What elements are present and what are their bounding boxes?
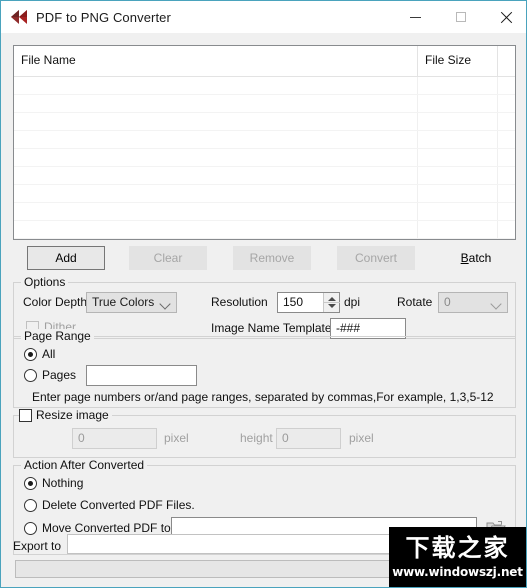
resize-image-label: Resize image [36,408,109,422]
action-delete-label: Delete Converted PDF Files. [42,498,195,512]
action-nothing-label: Nothing [42,476,84,490]
action-nothing-radio[interactable] [24,477,37,490]
batch-accel-letter: B [460,251,469,265]
batch-label-rest: atch [468,251,492,265]
client-area: File Name File Size Add Clear Remove Con… [1,33,526,587]
resize-height-input: 0 [276,428,341,449]
action-after-converted-title: Action After Converted [21,458,148,472]
table-row[interactable] [14,149,515,167]
add-button[interactable]: Add [27,246,105,270]
rotate-label: Rotate [397,295,433,309]
dpi-label: dpi [344,295,361,309]
action-move-label: Move Converted PDF to [42,521,171,535]
column-header-extra[interactable] [497,46,515,77]
remove-button: Remove [233,246,311,270]
page-range-all-label: All [42,347,56,361]
export-to-label: Export to [13,539,62,553]
table-row[interactable] [14,167,515,185]
batch-button[interactable]: Batch [441,246,511,270]
maximize-button[interactable] [438,1,483,33]
file-list[interactable]: File Name File Size [13,45,516,240]
close-icon [500,11,512,23]
resolution-value: 150 [283,295,304,309]
page-range-all-radio[interactable] [24,348,37,361]
action-button-row: Add Clear Remove Convert Batch [13,246,516,274]
resize-image-group: Resize image width 0 pixel height 0 pixe… [13,408,516,458]
column-header-file-size[interactable]: File Size [417,46,497,77]
minimize-button[interactable] [393,1,438,33]
table-row[interactable] [14,185,515,203]
page-range-pages-radio[interactable] [24,369,37,382]
table-row[interactable] [14,131,515,149]
title-bar: PDF to PNG Converter [1,1,526,33]
table-row[interactable] [14,203,515,221]
double-chevron-left-icon [9,7,29,27]
clear-button: Clear [129,246,207,270]
watermark-overlay: 下载之家 www.windowszj.net [389,527,526,587]
resize-width-input: 0 [72,428,157,449]
resize-image-group-title: Resize image [19,408,112,422]
table-row[interactable] [14,95,515,113]
action-move-radio[interactable] [24,522,37,535]
resize-width-value: 0 [78,431,85,445]
color-depth-label: Color Depth [23,295,88,309]
close-button[interactable] [483,1,526,33]
app-window: PDF to PNG Converter File Name File Size [0,0,527,588]
resize-height-label: height [240,431,273,445]
window-title: PDF to PNG Converter [36,9,171,25]
color-depth-value: True Colors [92,295,155,309]
table-row[interactable] [14,77,515,95]
window-controls [393,1,526,33]
chevron-down-icon [490,298,502,310]
stepper-up-icon[interactable] [328,297,336,301]
page-range-group: Page Range All Pages Enter page numbers … [13,329,516,408]
resize-height-value: 0 [282,431,289,445]
stepper-down-icon[interactable] [328,304,336,308]
image-name-template-label: Image Name Template [211,321,332,335]
maximize-icon [455,12,466,22]
action-delete-radio[interactable] [24,499,37,512]
page-range-group-title: Page Range [21,329,94,343]
table-row[interactable] [14,239,515,240]
table-row[interactable] [14,221,515,239]
color-depth-select[interactable]: True Colors [86,292,177,313]
resize-height-unit: pixel [349,431,374,445]
minimize-icon [410,16,421,18]
rotate-select[interactable]: 0 [438,292,508,313]
options-group-title: Options [21,275,69,289]
resize-image-checkbox[interactable] [19,408,32,422]
watermark-cn-text: 下载之家 [405,533,510,562]
column-header-file-name[interactable]: File Name [14,46,417,77]
table-row[interactable] [14,113,515,131]
page-range-pages-label: Pages [42,368,77,382]
stepper-divider [324,302,340,303]
resolution-label: Resolution [211,295,268,309]
rotate-value: 0 [444,295,451,309]
resize-width-unit: pixel [164,431,189,445]
resolution-stepper[interactable]: 150 [277,292,340,313]
watermark-url-text: www.windowszj.net [392,564,523,579]
page-range-pages-input[interactable] [86,365,197,386]
file-list-rows [14,77,515,240]
resolution-stepper-buttons[interactable] [323,293,340,312]
image-name-template-value: -### [336,321,361,335]
page-range-hint: Enter page numbers or/and page ranges, s… [32,390,494,404]
file-list-header: File Name File Size [14,46,515,77]
convert-button: Convert [337,246,415,270]
chevron-down-icon [159,298,171,310]
